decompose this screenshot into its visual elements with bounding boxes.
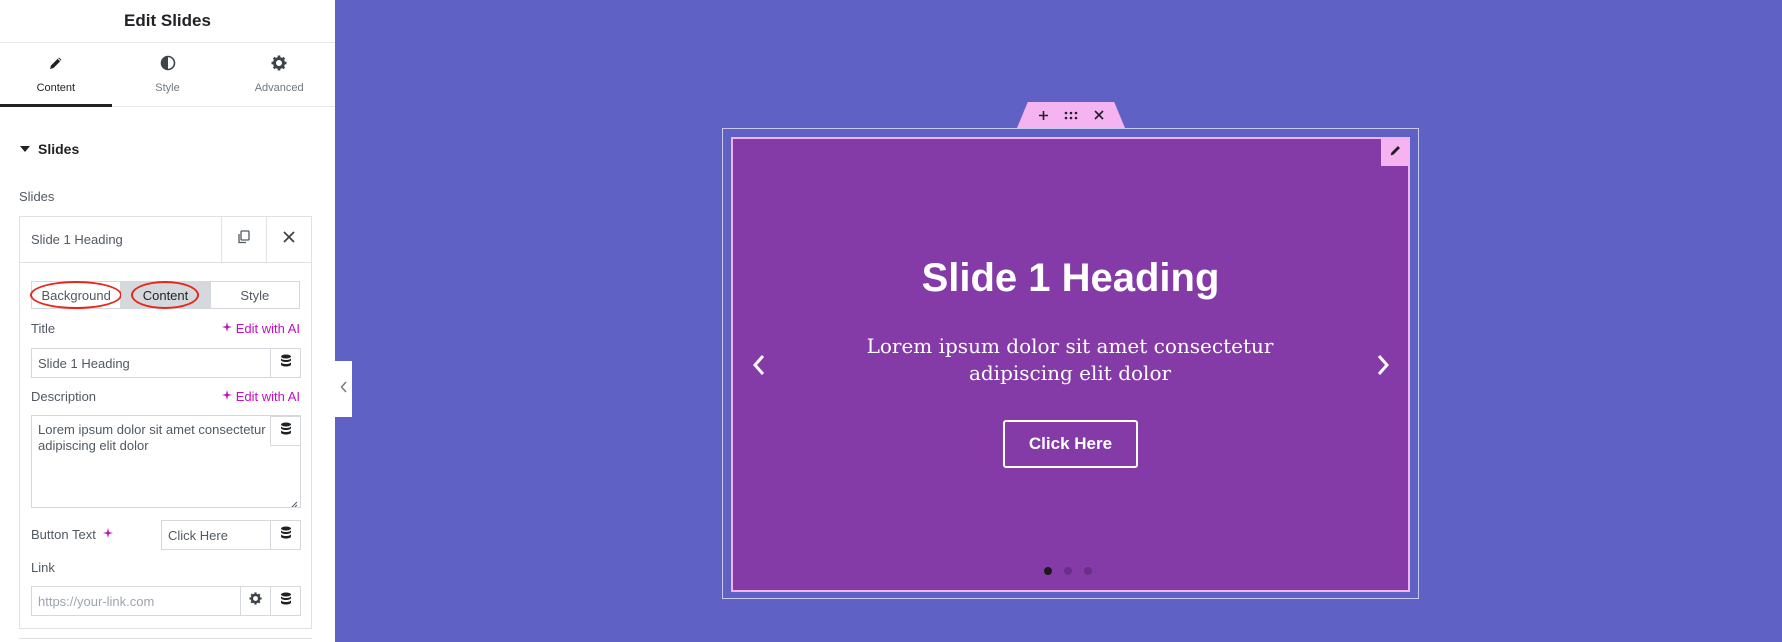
- pencil-icon: [1389, 144, 1402, 162]
- database-icon: [280, 354, 292, 372]
- database-icon: [280, 526, 292, 544]
- button-text-label: Button Text: [31, 527, 96, 542]
- inner-tab-style-label: Style: [240, 287, 270, 303]
- section-slides-toggle[interactable]: Slides: [0, 127, 335, 171]
- inner-tab-style[interactable]: Style: [211, 282, 299, 308]
- pagination-dot[interactable]: [1064, 567, 1072, 575]
- title-input[interactable]: Slide 1 Heading: [31, 348, 271, 378]
- slide-cta-button[interactable]: Click Here: [1003, 420, 1138, 468]
- button-text-label-row: Button Text: [31, 527, 114, 542]
- description-edit-with-ai-link[interactable]: Edit with AI: [221, 389, 300, 404]
- slides-caption: Slides: [19, 189, 55, 204]
- link-options-button[interactable]: [240, 586, 271, 616]
- database-icon: [280, 422, 292, 440]
- edit-widget-button[interactable]: [1381, 139, 1409, 166]
- tab-content[interactable]: Content: [0, 43, 112, 107]
- half-circle-icon: [160, 55, 176, 76]
- gear-icon: [271, 55, 287, 76]
- caret-down-icon: [20, 146, 30, 152]
- edit-with-ai-label: Edit with AI: [235, 389, 300, 404]
- sparkle-icon[interactable]: [102, 527, 114, 542]
- pagination-dot[interactable]: [1084, 567, 1092, 575]
- highlight-ring: [30, 281, 122, 309]
- tab-content-label: Content: [36, 82, 76, 94]
- repeater-item-title[interactable]: Slide 1 Heading: [20, 232, 221, 247]
- duplicate-icon: [237, 230, 251, 249]
- duplicate-button[interactable]: [221, 216, 266, 263]
- close-icon: [1094, 110, 1104, 120]
- description-textarea[interactable]: Lorem ipsum dolor sit amet consectetur a…: [31, 415, 301, 508]
- highlight-ring: [131, 281, 200, 309]
- section-title: Slides: [38, 141, 80, 157]
- delete-element-button[interactable]: [1092, 108, 1106, 122]
- button-text-dynamic-tags-button[interactable]: [270, 520, 301, 550]
- tab-style[interactable]: Style: [112, 43, 224, 106]
- widget-toolbar: [1017, 102, 1125, 128]
- link-dynamic-tags-button[interactable]: [270, 586, 301, 616]
- button-text-input[interactable]: Click Here: [161, 520, 271, 550]
- description-value: Lorem ipsum dolor sit amet consectetur a…: [38, 422, 266, 453]
- repeater-item-header[interactable]: Slide 1 Heading: [20, 216, 311, 263]
- panel-title: Edit Slides: [124, 11, 211, 30]
- sparkle-icon: [221, 321, 233, 336]
- drag-dots-icon: [1064, 111, 1078, 119]
- slide-heading: Slide 1 Heading: [921, 256, 1220, 300]
- title-edit-with-ai-link[interactable]: Edit with AI: [221, 321, 300, 336]
- link-label: Link: [31, 560, 55, 575]
- gear-icon: [249, 592, 262, 610]
- panel-tabs: Content Style Advanced: [0, 43, 335, 107]
- plus-icon: [1038, 110, 1048, 120]
- inner-tab-content[interactable]: Content: [121, 281, 211, 309]
- tab-advanced-label: Advanced: [254, 82, 304, 94]
- prev-slide-button[interactable]: [747, 350, 771, 380]
- remove-button[interactable]: [266, 216, 311, 263]
- tab-advanced[interactable]: Advanced: [223, 43, 335, 106]
- pencil-icon: [48, 55, 64, 76]
- editor-panel: Edit Slides Content Style Advanced Slide…: [0, 0, 335, 642]
- edit-with-ai-label: Edit with AI: [235, 321, 300, 336]
- link-input[interactable]: https://your-link.com: [31, 586, 241, 616]
- drag-handle-button[interactable]: [1064, 108, 1078, 122]
- description-dynamic-tags-button[interactable]: [270, 416, 301, 446]
- panel-header: Edit Slides: [0, 0, 335, 43]
- inner-tabs: Background Content Style: [30, 281, 300, 309]
- pagination-dot[interactable]: [1044, 567, 1052, 575]
- next-slide-button[interactable]: [1371, 350, 1395, 380]
- inner-tab-background[interactable]: Background: [30, 281, 122, 309]
- chevron-left-icon: [340, 380, 348, 398]
- repeater-item: Slide 1 Heading Background Content Style…: [19, 216, 312, 629]
- chevron-right-icon: [1377, 355, 1390, 375]
- panel-collapse-button[interactable]: [335, 361, 352, 417]
- add-element-button[interactable]: [1036, 108, 1050, 122]
- title-label: Title: [31, 321, 56, 336]
- sparkle-icon: [221, 389, 233, 404]
- description-label: Description: [31, 389, 97, 404]
- slide-pagination: [1044, 567, 1092, 575]
- slide-description: Lorem ipsum dolor sit amet consectetur a…: [866, 334, 1274, 385]
- close-icon: [282, 230, 296, 249]
- title-dynamic-tags-button[interactable]: [270, 348, 301, 378]
- chevron-left-icon: [752, 355, 765, 375]
- next-repeater-item-edge: [19, 638, 312, 639]
- tab-style-label: Style: [155, 82, 180, 94]
- database-icon: [280, 592, 292, 610]
- resize-grip-icon[interactable]: [290, 497, 298, 507]
